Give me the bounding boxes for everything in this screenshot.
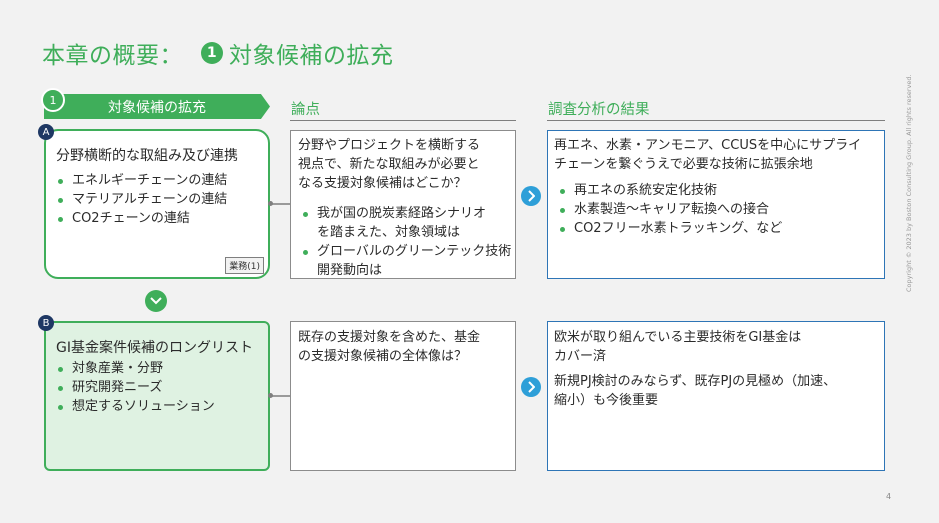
list-item: エネルギーチェーンの連結 [56, 171, 227, 190]
card-a: 分野横断的な取組み及び連携 エネルギーチェーンの連結 マテリアルチェーンの連結 … [44, 129, 270, 279]
list-item: CO2フリー水素トラッキング、など [558, 219, 782, 238]
list-item: 研究開発ニーズ [56, 378, 215, 397]
result-b-box: 欧米が取り組んでいる主要技術をGI基金は カバー済 新規PJ検討のみならず、既存… [547, 321, 885, 471]
result-a-summary: 再エネ、水素・アンモニア、CCUSを中心にサプライ チェーンを繋ぐうえで必要な技… [554, 138, 862, 172]
point-a-question: 分野やプロジェクトを横断する 視点で、新たな取組みが必要と なる支援対象候補はど… [298, 138, 481, 191]
column-divider-results [547, 120, 885, 121]
connector-a-dot [268, 201, 273, 206]
chevron-right-icon [521, 186, 541, 206]
section-tab-number: 1 [41, 88, 65, 112]
column-header-results: 調査分析の結果 [548, 102, 650, 118]
title-number-badge: 1 [201, 42, 223, 64]
card-a-letter: A [38, 124, 54, 140]
copyright-text: Copyright © 2023 by Boston Consulting Gr… [905, 74, 913, 292]
section-tab: 対象候補の拡充 [44, 94, 270, 119]
list-item: グローバルのグリーンテック技術 開発動向は [301, 242, 511, 280]
list-item: 我が国の脱炭素経路シナリオ を踏まえた、対象領域は [301, 204, 511, 242]
chevron-down-icon [145, 290, 167, 312]
card-b-list: 対象産業・分野 研究開発ニーズ 想定するソリューション [56, 359, 215, 416]
list-item: 想定するソリューション [56, 397, 215, 416]
column-header-points: 論点 [291, 102, 320, 118]
connector-a [270, 203, 290, 205]
result-a-box: 再エネ、水素・アンモニア、CCUSを中心にサプライ チェーンを繋ぐうえで必要な技… [547, 130, 885, 279]
point-b-question: 既存の支援対象を含めた、基金 の支援対象候補の全体像は？ [298, 330, 481, 364]
point-b-box: 既存の支援対象を含めた、基金 の支援対象候補の全体像は？ [290, 321, 516, 471]
card-b-title: GI基金案件候補のロングリスト [56, 340, 253, 356]
card-b: GI基金案件候補のロングリスト 対象産業・分野 研究開発ニーズ 想定するソリュー… [44, 321, 270, 471]
connector-b-dot [268, 393, 273, 398]
result-a-list: 再エネの系統安定化技術 水素製造～キャリア転換への接合 CO2フリー水素トラッキ… [558, 181, 782, 238]
page-title-main: 本章の概要： [42, 43, 183, 69]
card-a-list: エネルギーチェーンの連結 マテリアルチェーンの連結 CO2チェーンの連結 [56, 171, 227, 228]
list-item: 対象産業・分野 [56, 359, 215, 378]
point-a-list: 我が国の脱炭素経路シナリオ を踏まえた、対象領域は グローバルのグリーンテック技術… [301, 204, 511, 280]
task-badge: 業務(1) [225, 257, 264, 274]
page-number: 4 [886, 492, 892, 501]
list-item: CO2チェーンの連結 [56, 209, 227, 228]
column-divider-points [290, 120, 516, 121]
list-item: 再エネの系統安定化技術 [558, 181, 782, 200]
point-a-box: 分野やプロジェクトを横断する 視点で、新たな取組みが必要と なる支援対象候補はど… [290, 130, 516, 279]
chevron-right-icon [521, 377, 541, 397]
section-tab-label: 対象候補の拡充 [108, 99, 206, 116]
page-title: 本章の概要： 1 対象候補の拡充 [42, 36, 394, 70]
card-a-title: 分野横断的な取組み及び連携 [56, 148, 238, 164]
list-item: 水素製造～キャリア転換への接合 [558, 200, 782, 219]
result-b-paragraph-1: 欧米が取り組んでいる主要技術をGI基金は カバー済 [554, 330, 802, 364]
page-title-sub: 対象候補の拡充 [229, 43, 394, 69]
result-b-paragraph-2: 新規PJ検討のみならず、既存PJの見極め（加速、 縮小）も今後重要 [554, 374, 837, 408]
card-b-letter: B [38, 315, 54, 331]
list-item: マテリアルチェーンの連結 [56, 190, 227, 209]
connector-b [270, 395, 290, 397]
